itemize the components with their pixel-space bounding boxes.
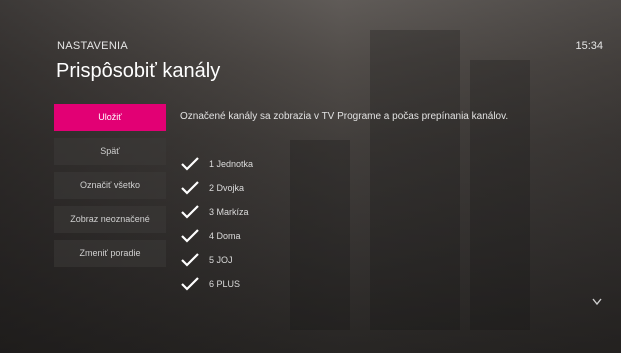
channel-label: 6 PLUS (209, 279, 241, 289)
check-icon (181, 277, 199, 291)
save-button[interactable]: Uložiť (54, 104, 166, 131)
background-shape (370, 30, 460, 330)
background-shape (470, 60, 530, 330)
check-icon (181, 205, 199, 219)
side-menu: Uložiť Späť Označiť všetko Zobraz neozna… (54, 104, 166, 274)
description: Označené kanály sa zobrazia v TV Program… (180, 111, 509, 122)
back-button[interactable]: Späť (54, 138, 166, 165)
channel-label: 4 Doma (209, 231, 241, 241)
chevron-down-icon[interactable] (592, 298, 602, 306)
reorder-button[interactable]: Zmeniť poradie (54, 240, 166, 267)
channel-list: 1 Jednotka 2 Dvojka 3 Markíza 4 Doma 5 J… (181, 152, 253, 296)
page-title: Prispôsobiť kanály (56, 60, 221, 82)
clock: 15:34 (575, 40, 603, 52)
channel-row[interactable]: 3 Markíza (181, 200, 253, 224)
channel-label: 5 JOJ (209, 255, 233, 265)
channel-label: 2 Dvojka (209, 183, 245, 193)
channel-row[interactable]: 6 PLUS (181, 272, 253, 296)
show-unchecked-button[interactable]: Zobraz neoznačené (54, 206, 166, 233)
channel-row[interactable]: 2 Dvojka (181, 176, 253, 200)
check-icon (181, 157, 199, 171)
channel-label: 1 Jednotka (209, 159, 254, 169)
check-icon (181, 181, 199, 195)
check-icon (181, 253, 199, 267)
channel-row[interactable]: 4 Doma (181, 224, 253, 248)
channel-label: 3 Markíza (209, 207, 249, 217)
check-icon (181, 229, 199, 243)
channel-row[interactable]: 5 JOJ (181, 248, 253, 272)
section-label: NASTAVENIA (57, 40, 129, 52)
select-all-button[interactable]: Označiť všetko (54, 172, 166, 199)
channel-row[interactable]: 1 Jednotka (181, 152, 253, 176)
background-shape (290, 140, 350, 330)
